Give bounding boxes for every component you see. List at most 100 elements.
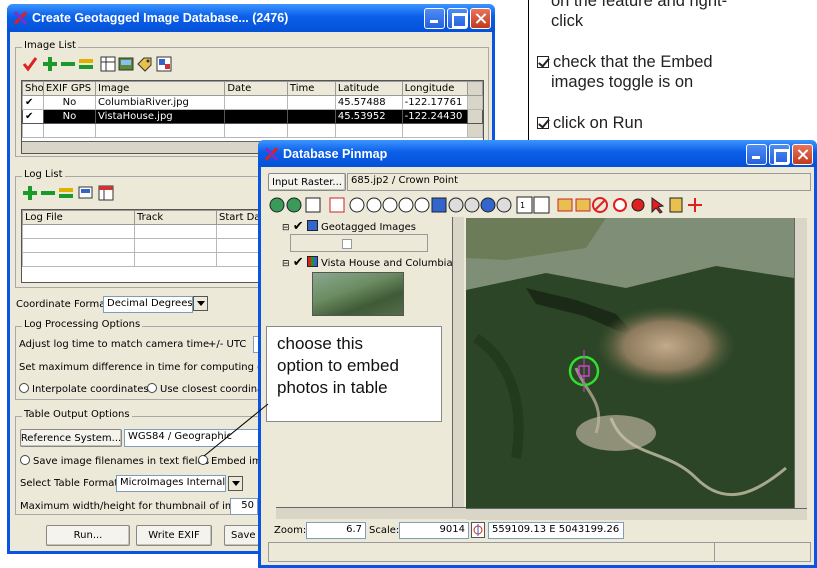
callout-line-1: choose this [277, 334, 363, 353]
zoom-field[interactable]: 6.7 [306, 522, 366, 539]
save-filenames-label: Save image filenames in text fields [33, 456, 210, 467]
lon-cell: -122.17761 [401, 95, 469, 110]
interpolate-label: Interpolate coordinates [32, 384, 149, 395]
exif-cell: No [42, 95, 97, 110]
svg-text:1: 1 [520, 201, 525, 210]
column-header[interactable]: Date [224, 81, 288, 96]
close-button[interactable] [470, 8, 491, 29]
raster-thumbnail [312, 272, 404, 316]
pinmap-titlebar[interactable]: Database Pinmap [258, 140, 817, 167]
replace-icon[interactable] [78, 56, 94, 72]
callout-pointer [203, 403, 269, 457]
column-header[interactable]: Track [134, 210, 217, 225]
table-row[interactable]: ✔ No VistaHouse.jpg 45.53952 -122.24430 [22, 109, 483, 124]
add-icon[interactable] [42, 56, 58, 72]
aerial-image [466, 218, 794, 508]
closest-label: Use closest coordinate [160, 384, 274, 395]
instruction-item-3-text: click on Run [553, 114, 643, 132]
radio-icon[interactable] [147, 383, 157, 393]
instruction-item-2: check that the Embed [537, 52, 713, 72]
legend-sample-icon [342, 239, 352, 249]
table-format-select[interactable]: MicroImages Internal [116, 475, 226, 492]
toolbar-icons[interactable]: 1 [268, 195, 808, 215]
layer-legend-box [290, 234, 428, 252]
reference-system-button[interactable]: Reference System... [20, 429, 122, 447]
column-header[interactable]: Longitude [401, 81, 469, 96]
db-window-titlebar[interactable]: Create Geotagged Image Database... (2476… [7, 4, 495, 32]
lat-cell: 45.53952 [334, 109, 403, 124]
max-thumb-field[interactable]: 50 [230, 498, 258, 515]
layer-panel-hscroll[interactable] [276, 507, 466, 519]
lon-cell: -122.24430 [401, 109, 469, 124]
remove-icon[interactable] [60, 56, 76, 72]
input-raster-field: 685.jp2 / Crown Point [347, 173, 811, 191]
layer-visible-check[interactable]: ✔ [293, 255, 304, 270]
layer-vista[interactable]: ⊟ ✔ Vista House and Columbia [282, 256, 453, 269]
column-header[interactable]: Show [22, 81, 44, 96]
tag-icon[interactable] [136, 56, 152, 72]
input-raster-button[interactable]: Input Raster... [268, 173, 346, 191]
time-cell [286, 109, 336, 124]
geotag-database-icon[interactable] [156, 56, 172, 72]
vector-layer-icon [306, 220, 318, 231]
table-edit-icon[interactable] [100, 56, 116, 72]
app-icon [264, 147, 278, 161]
layer-geotagged[interactable]: ⊟ ✔ Geotagged Images [282, 220, 416, 233]
log-view-icon[interactable] [78, 185, 94, 201]
checkbox-icon [537, 56, 549, 68]
chevron-down-icon[interactable] [193, 296, 208, 311]
interpolate-option[interactable]: Interpolate coordinates [19, 383, 149, 395]
callout-line-3: photos in table [277, 378, 388, 397]
instruction-item-2b: images toggle is on [551, 73, 694, 91]
save-filenames-option[interactable]: Save image filenames in text fields [20, 455, 209, 467]
lat-cell: 45.57488 [334, 95, 403, 110]
coord-format-select[interactable]: Decimal Degrees [103, 296, 193, 313]
zoom-label: Zoom: [274, 525, 307, 536]
log-table-header: Log File Track Start Date [22, 210, 287, 225]
maximize-button[interactable] [769, 144, 790, 165]
layer-panel-vscroll[interactable] [452, 217, 464, 508]
show-check[interactable]: ✔ [22, 95, 44, 110]
log-table-icon[interactable] [98, 185, 114, 201]
close-button[interactable] [792, 144, 813, 165]
callout-annotation: choose this option to embed photos in ta… [266, 326, 442, 422]
checkmark-icon[interactable] [22, 56, 38, 72]
table-output-label: Table Output Options [22, 409, 132, 420]
max-thumb-label: Maximum width/height for thumbnail of im… [20, 501, 254, 512]
db-window-title: Create Geotagged Image Database... (2476… [32, 11, 289, 25]
show-check[interactable]: ✔ [22, 109, 44, 124]
column-header[interactable]: Time [286, 81, 336, 96]
replace-icon[interactable] [58, 185, 74, 201]
column-header[interactable]: Log File [22, 210, 135, 225]
crosshair-icon[interactable] [471, 522, 485, 538]
add-icon[interactable] [22, 185, 38, 201]
layer-vista-label: Vista House and Columbia [321, 258, 453, 269]
maximize-button[interactable] [447, 8, 468, 29]
table-row[interactable]: ✔ No ColumbiaRiver.jpg 45.57488 -122.177… [22, 95, 483, 110]
radio-icon[interactable] [19, 383, 29, 393]
map-view[interactable] [466, 218, 794, 508]
chevron-down-icon[interactable] [228, 476, 243, 491]
column-header[interactable]: Latitude [334, 81, 403, 96]
image-list-label: Image List [22, 40, 78, 51]
date-cell [224, 95, 288, 110]
radio-icon[interactable] [20, 455, 30, 465]
instruction-item-2a: check that the Embed [553, 53, 713, 71]
map-vscroll[interactable] [794, 218, 807, 508]
run-button[interactable]: Run... [46, 525, 130, 546]
write-exif-button[interactable]: Write EXIF [136, 525, 212, 546]
column-header[interactable]: EXIF GPS [42, 81, 97, 96]
image-view-icon[interactable] [118, 56, 134, 72]
minimize-button[interactable] [746, 144, 767, 165]
adjust-time-label: Adjust log time to match camera time [19, 339, 210, 350]
remove-icon[interactable] [40, 185, 56, 201]
scale-field[interactable]: 9014 [399, 522, 469, 539]
layer-visible-check[interactable]: ✔ [293, 219, 304, 234]
app-icon [13, 11, 27, 25]
instruction-line-1b: click [551, 12, 584, 30]
minimize-button[interactable] [424, 8, 445, 29]
column-header[interactable]: Image [94, 81, 226, 96]
map-hscroll[interactable] [466, 508, 807, 520]
closest-option[interactable]: Use closest coordinate [147, 383, 273, 395]
checkbox-icon [537, 117, 549, 129]
